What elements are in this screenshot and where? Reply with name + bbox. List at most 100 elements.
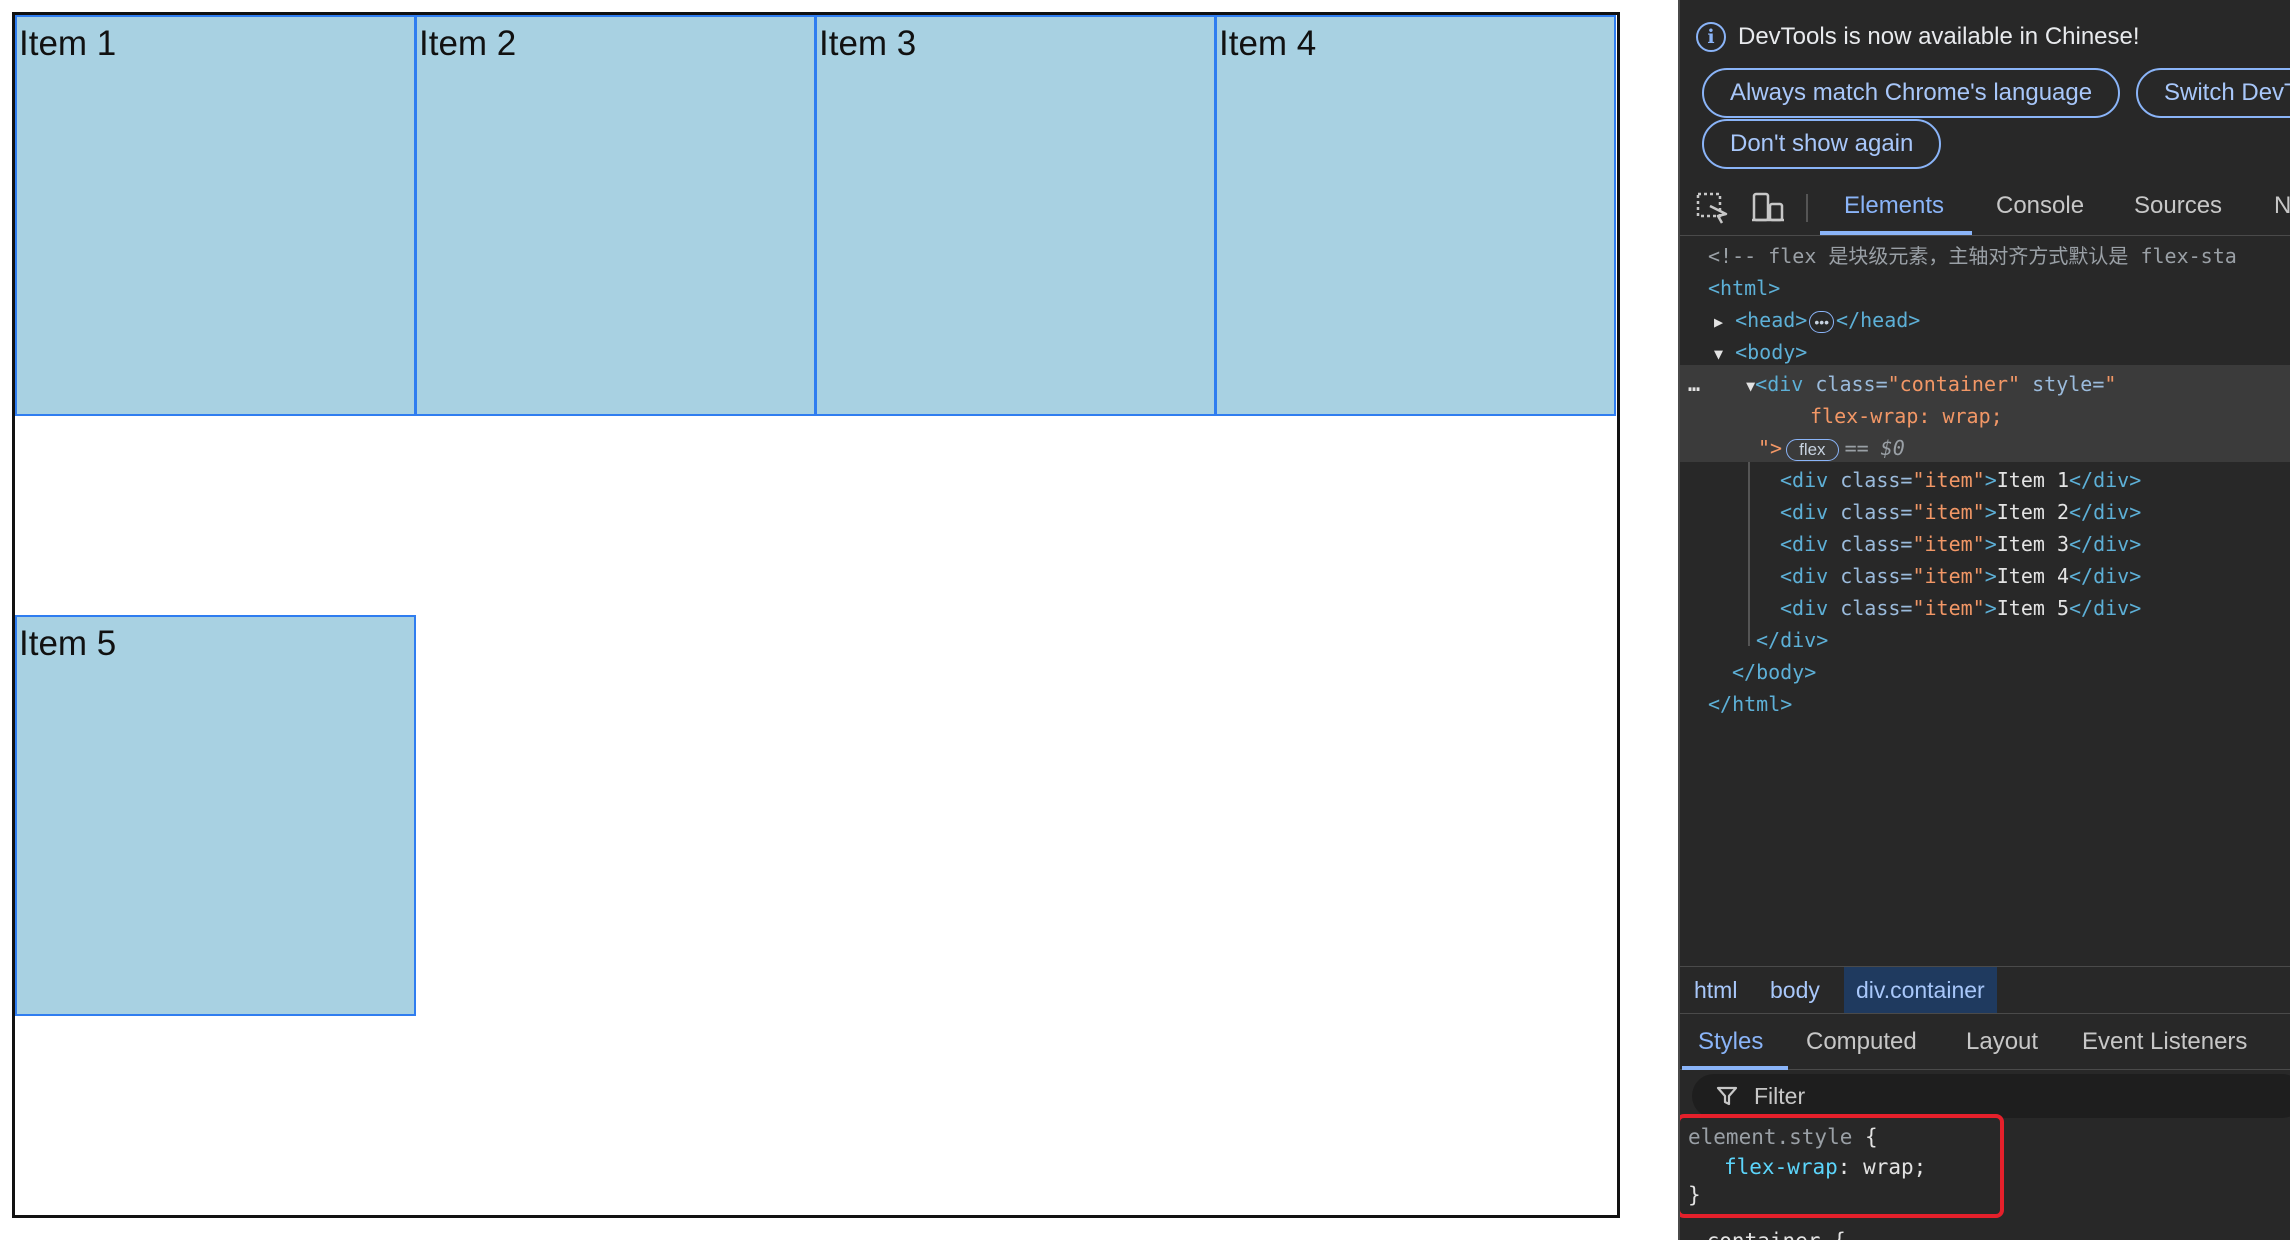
active-subtab-indicator <box>1682 1066 1788 1070</box>
item-open-bracket: > <box>1984 532 1997 556</box>
flex-badge[interactable]: flex <box>1786 438 1839 461</box>
style-attr-name: style= <box>2032 372 2105 396</box>
item-close-tag: </div> <box>2069 468 2142 492</box>
dom-head-line[interactable]: ▶ <head> ••• </head> <box>1714 304 2290 336</box>
always-match-language-button[interactable]: Always match Chrome's language <box>1702 68 2121 118</box>
flex-item-2: Item 2 <box>415 15 816 416</box>
styles-filter-input[interactable]: Filter <box>1692 1074 2290 1118</box>
css-semicolon: ; <box>1913 1155 1927 1179</box>
item-class-attr: class= <box>1828 468 1913 492</box>
filter-placeholder: Filter <box>1754 1083 1806 1109</box>
dom-item-line[interactable]: <div class="item">Item 5</div> <box>1780 592 2290 624</box>
head-close-tag: </head> <box>1836 308 1921 332</box>
notice-text: DevTools is now available in Chinese! <box>1738 23 2140 50</box>
filter-icon <box>1716 1085 1738 1113</box>
dom-body-close-line[interactable]: </body> <box>1732 656 2290 688</box>
tab-layout[interactable]: Layout <box>1966 1028 2038 1056</box>
expand-triangle-icon[interactable]: ▶ <box>1714 313 1723 331</box>
item-class-value: "item" <box>1912 532 1985 556</box>
active-tab-indicator <box>1820 231 1972 235</box>
dom-html-close-line[interactable]: </html> <box>1708 688 2290 720</box>
dom-item-line[interactable]: <div class="item">Item 4</div> <box>1780 560 2290 592</box>
flex-container: Item 1 Item 2 Item 3 Item 4 Item 5 <box>12 12 1620 1218</box>
tab-elements[interactable]: Elements <box>1844 192 1944 220</box>
tab-event-listeners[interactable]: Event Listeners <box>2082 1028 2247 1056</box>
element-style-selector-line[interactable]: element.style { <box>1688 1122 1878 1152</box>
item-open-tag: <div <box>1780 564 1829 588</box>
item-close-tag: </div> <box>2069 500 2142 524</box>
tab-network-truncated[interactable]: N <box>2274 192 2290 220</box>
item-close-tag: </div> <box>2069 532 2142 556</box>
dom-item-line[interactable]: <div class="item">Item 2</div> <box>1780 496 2290 528</box>
dom-container-close-bracket-line[interactable]: "> flex == $0 <box>1758 432 2290 464</box>
item-close-tag: </div> <box>2069 564 2142 588</box>
item-class-attr: class= <box>1828 500 1913 524</box>
container-rule-line[interactable]: .container { <box>1694 1226 1846 1240</box>
page-viewport: Item 1 Item 2 Item 3 Item 4 Item 5 <box>0 0 1678 1240</box>
close-brace-line: } <box>1688 1180 1701 1210</box>
item-open-tag: <div <box>1780 596 1829 620</box>
class-attr-name: class= <box>1815 372 1888 396</box>
flex-wrap-declaration[interactable]: flex-wrap: wrap; <box>1724 1152 1926 1182</box>
tab-sources[interactable]: Sources <box>2134 192 2222 220</box>
collapse-triangle-icon[interactable]: ▼ <box>1714 345 1723 363</box>
tab-styles[interactable]: Styles <box>1698 1028 1763 1056</box>
collapsed-ellipsis-icon[interactable]: ••• <box>1809 310 1835 333</box>
breadcrumb-body[interactable]: body <box>1758 967 1832 1013</box>
dom-item-line[interactable]: <div class="item">Item 3</div> <box>1780 528 2290 560</box>
dom-container-line[interactable]: … ▼<div class="container" style=" <box>1688 368 2290 400</box>
tab-console[interactable]: Console <box>1996 192 2084 220</box>
item-class-value: "item" <box>1912 564 1985 588</box>
class-attr-value: "container" <box>1887 372 2021 396</box>
item-text: Item 3 <box>1996 532 2070 556</box>
item-text: Item 4 <box>1996 564 2070 588</box>
style-attr-quote: " <box>2104 372 2117 396</box>
tab-computed[interactable]: Computed <box>1806 1028 1917 1056</box>
dom-item-line[interactable]: <div class="item">Item 1</div> <box>1780 464 2290 496</box>
dom-body-line[interactable]: ▼ <body> <box>1714 336 2290 368</box>
collapse-triangle-icon[interactable]: ▼ <box>1746 377 1755 395</box>
item-class-value: "item" <box>1912 468 1985 492</box>
html-comment: <!-- flex 是块级元素，主轴对齐方式默认是 flex-sta <box>1708 244 2237 268</box>
div-open-tag: <div <box>1755 372 1804 396</box>
dom-html-line[interactable]: <html> <box>1708 272 2290 304</box>
item-open-bracket: > <box>1984 468 1997 492</box>
item-class-value: "item" <box>1912 596 1985 620</box>
devtools-toolbar: Elements Console Sources N <box>1680 178 2290 236</box>
item-class-attr: class= <box>1828 596 1913 620</box>
device-toggle-icon[interactable] <box>1750 192 1784 224</box>
item-text: Item 2 <box>1996 500 2070 524</box>
div-close-tag: </div> <box>1756 628 1829 652</box>
head-open-tag: <head> <box>1735 308 1808 332</box>
node-actions-icon[interactable]: … <box>1688 372 1700 396</box>
style-attr-value: flex-wrap: wrap; <box>1810 404 2003 428</box>
switch-devtools-language-button[interactable]: Switch DevT <box>2136 68 2290 118</box>
dom-container-close-line[interactable]: </div> <box>1756 624 2290 656</box>
item-open-tag: <div <box>1780 468 1829 492</box>
container-selector: .container { <box>1694 1229 1846 1240</box>
inspect-element-icon[interactable] <box>1696 192 1730 224</box>
tree-guide-line <box>1748 462 1750 646</box>
item-open-tag: <div <box>1780 500 1829 524</box>
breadcrumb-div-container[interactable]: div.container <box>1844 967 1997 1013</box>
css-colon: : <box>1837 1155 1864 1179</box>
close-brace: } <box>1688 1183 1701 1207</box>
item-class-value: "item" <box>1912 500 1985 524</box>
flex-item-3: Item 3 <box>815 15 1216 416</box>
css-property-name[interactable]: flex-wrap <box>1724 1155 1838 1179</box>
dom-style-value-line[interactable]: flex-wrap: wrap; <box>1810 400 2290 432</box>
item-class-attr: class= <box>1828 564 1913 588</box>
style-attr-close: "> <box>1758 436 1783 460</box>
open-brace: { <box>1852 1125 1878 1149</box>
flex-item-5: Item 5 <box>15 615 416 1016</box>
language-notice: i DevTools is now available in Chinese! <box>1696 22 2140 52</box>
dont-show-again-button[interactable]: Don't show again <box>1702 119 1942 169</box>
info-icon: i <box>1696 22 1726 52</box>
breadcrumb: html body div.container <box>1680 966 2290 1014</box>
breadcrumb-html[interactable]: html <box>1682 967 1749 1013</box>
item-close-tag: </div> <box>2069 596 2142 620</box>
item-open-bracket: > <box>1984 500 1997 524</box>
item-open-bracket: > <box>1984 596 1997 620</box>
css-property-value[interactable]: wrap <box>1863 1155 1914 1179</box>
dom-comment-line[interactable]: <!-- flex 是块级元素，主轴对齐方式默认是 flex-sta <box>1708 240 2290 272</box>
